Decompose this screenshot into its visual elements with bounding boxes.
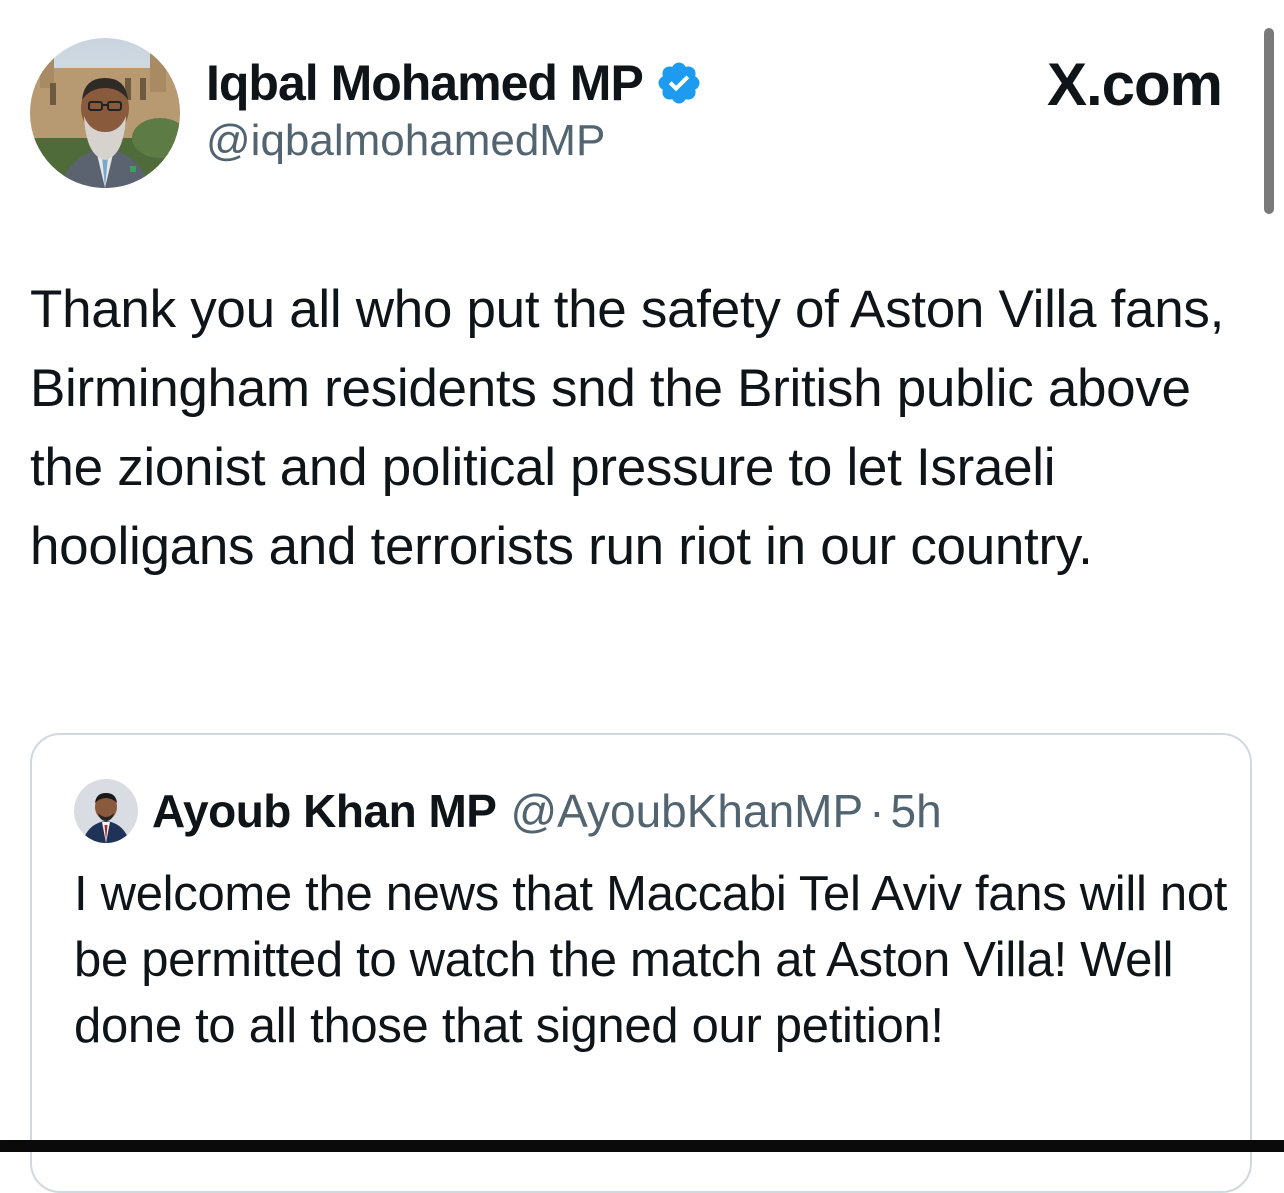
quoted-tweet-card[interactable]: Ayoub Khan MP @AyoubKhanMP · 5h I welcom… xyxy=(30,733,1252,1193)
tweet-screenshot: Iqbal Mohamed MP @iqbalmohamedMP X.com T… xyxy=(0,0,1284,1193)
author-handle[interactable]: @iqbalmohamedMP xyxy=(206,116,605,166)
tweet-text: Thank you all who put the safety of Asto… xyxy=(30,280,1225,576)
quoted-author-name[interactable]: Ayoub Khan MP xyxy=(152,784,497,838)
verified-badge-icon xyxy=(655,59,703,107)
quoted-tweet-header: Ayoub Khan MP @AyoubKhanMP · 5h xyxy=(74,779,942,843)
quoted-tweet-text: I welcome the news that Maccabi Tel Aviv… xyxy=(74,867,1228,1053)
scroll-indicator[interactable] xyxy=(1264,28,1274,214)
bottom-edge-bar xyxy=(0,1140,1284,1152)
site-brand-label: X.com xyxy=(1046,51,1223,118)
author-avatar[interactable] xyxy=(30,38,180,188)
author-name-row[interactable]: Iqbal Mohamed MP xyxy=(206,50,703,116)
quoted-separator: · xyxy=(869,785,885,837)
quoted-author-avatar[interactable] xyxy=(74,779,138,843)
quoted-timestamp[interactable]: 5h xyxy=(891,784,942,838)
author-name[interactable]: Iqbal Mohamed MP xyxy=(206,54,644,112)
quoted-author-handle[interactable]: @AyoubKhanMP xyxy=(510,784,863,838)
